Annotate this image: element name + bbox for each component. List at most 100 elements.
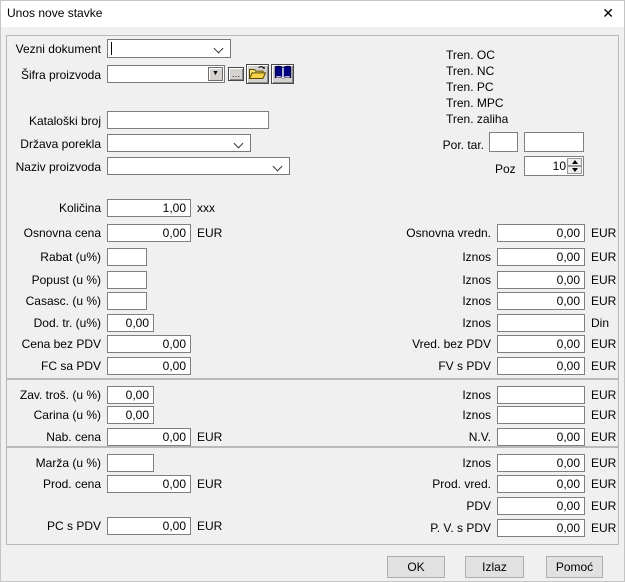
poz-input[interactable] (526, 158, 568, 174)
browse-ellipsis-button[interactable]: … (228, 67, 244, 81)
kolicina-label: Količina (58, 201, 101, 215)
tren-zaliha-label: Tren. zaliha (446, 112, 509, 126)
osnovna-vredn-row: Osnovna vredn. EUR (1, 224, 624, 244)
izlaz-button[interactable]: Izlaz (465, 556, 524, 578)
nv-unit-label: EUR (591, 430, 617, 444)
pv-s-pdv-label: P. V. s PDV (430, 521, 491, 535)
chevron-down-icon (213, 43, 224, 54)
osnovna-vredn-unit-label: EUR (591, 226, 617, 240)
por-tar-input-1[interactable] (489, 132, 518, 152)
pdv-row: PDV EUR (1, 497, 624, 517)
fv-s-pdv-unit-label: EUR (591, 359, 617, 373)
iznos-marza-input[interactable] (497, 454, 585, 472)
iznos-marza-unit-label: EUR (591, 456, 617, 470)
drzava-porekla-combobox[interactable] (107, 134, 251, 152)
dropdown-arrow-icon[interactable]: ▼ (208, 67, 223, 81)
tren-pc-label: Tren. PC (446, 80, 494, 94)
iznos-zav-input[interactable] (497, 386, 585, 404)
dialog-unos-nove-stavke: Unos nove stavke ✕ Vezni dokument Šifra … (0, 0, 625, 582)
poz-spinner[interactable] (524, 156, 584, 176)
fv-s-pdv-row: FV s PDV EUR (1, 357, 624, 377)
sifra-proizvoda-input[interactable] (109, 67, 209, 81)
pv-s-pdv-input[interactable] (497, 519, 585, 537)
kolicina-row: Količina xxx (1, 199, 624, 219)
catalog-book-button[interactable] (271, 64, 294, 84)
por-tar-input-2[interactable] (524, 132, 584, 152)
chevron-down-icon (272, 161, 283, 172)
ok-button[interactable]: OK (387, 556, 445, 578)
vezni-dokument-label: Vezni dokument (15, 42, 101, 56)
book-icon (274, 65, 292, 83)
nv-input[interactable] (497, 428, 585, 446)
chevron-down-icon (233, 138, 244, 149)
vred-bez-pdv-label: Vred. bez PDV (412, 337, 491, 351)
kataloski-broj-label: Kataloški broj (28, 114, 101, 128)
vred-bez-pdv-input[interactable] (497, 335, 585, 353)
pomoc-button[interactable]: Pomoć (546, 556, 603, 578)
kolicina-input[interactable] (107, 199, 191, 217)
tren-nc-label: Tren. NC (446, 64, 495, 78)
tren-oc-label: Tren. OC (446, 48, 495, 62)
iznos-zav-row: Iznos EUR (1, 386, 624, 406)
pdv-label: PDV (466, 499, 491, 513)
close-icon[interactable]: ✕ (602, 5, 614, 21)
prod-vred-label: Prod. vred. (432, 477, 491, 491)
iznos-casasc-label: Iznos (462, 294, 491, 308)
iznos-popust-row: Iznos EUR (1, 271, 624, 291)
nv-label: N.V. (468, 430, 491, 444)
dialog-title: Unos nove stavke (7, 6, 103, 20)
iznos-carina-row: Iznos EUR (1, 406, 624, 426)
fv-s-pdv-input[interactable] (497, 357, 585, 375)
iznos-popust-label: Iznos (462, 273, 491, 287)
iznos-carina-label: Iznos (462, 408, 491, 422)
iznos-zav-label: Iznos (462, 388, 491, 402)
pdv-input[interactable] (497, 497, 585, 515)
fv-s-pdv-label: FV s PDV (438, 359, 491, 373)
iznos-casasc-unit-label: EUR (591, 294, 617, 308)
open-folder-button[interactable] (246, 64, 269, 84)
poz-spin-down-button[interactable] (567, 166, 582, 174)
pv-s-pdv-row: P. V. s PDV EUR (1, 519, 624, 539)
down-arrow-icon (571, 168, 578, 172)
sifra-proizvoda-label: Šifra proizvoda (20, 68, 101, 82)
poz-spin-up-button[interactable] (567, 158, 582, 166)
pv-s-pdv-unit-label: EUR (591, 521, 617, 535)
naziv-proizvoda-combobox[interactable] (107, 157, 290, 175)
iznos-rabat-row: Iznos EUR (1, 248, 624, 268)
iznos-zav-unit-label: EUR (591, 388, 617, 402)
osnovna-vredn-input[interactable] (497, 224, 585, 242)
vred-bez-pdv-row: Vred. bez PDV EUR (1, 335, 624, 355)
pdv-unit-label: EUR (591, 499, 617, 513)
iznos-din-row: Iznos Din (1, 314, 624, 334)
iznos-marza-row: Iznos EUR (1, 454, 624, 474)
iznos-rabat-unit-label: EUR (591, 250, 617, 264)
kolicina-unit-label: xxx (197, 201, 215, 215)
iznos-popust-unit-label: EUR (591, 273, 617, 287)
open-folder-icon (248, 65, 267, 83)
iznos-din-label: Iznos (462, 316, 491, 330)
iznos-carina-unit-label: EUR (591, 408, 617, 422)
iznos-casasc-row: Iznos EUR (1, 292, 624, 312)
drzava-porekla-label: Država porekla (20, 137, 101, 151)
vezni-dokument-combobox[interactable] (107, 39, 231, 58)
iznos-rabat-label: Iznos (462, 250, 491, 264)
text-caret (111, 42, 112, 55)
por-tar-label: Por. tar. (442, 138, 484, 152)
prod-vred-row: Prod. vred. EUR (1, 475, 624, 495)
sifra-proizvoda-combobox[interactable]: ▼ (107, 65, 225, 83)
iznos-rabat-input[interactable] (497, 248, 585, 266)
iznos-marza-label: Iznos (462, 456, 491, 470)
titlebar: Unos nove stavke ✕ (1, 1, 624, 27)
nv-row: N.V. EUR (1, 428, 624, 448)
iznos-popust-input[interactable] (497, 271, 585, 289)
tren-mpc-label: Tren. MPC (446, 96, 504, 110)
prod-vred-unit-label: EUR (591, 477, 617, 491)
naziv-proizvoda-label: Naziv proizvoda (15, 160, 101, 174)
kataloski-broj-input[interactable] (107, 111, 269, 129)
up-arrow-icon (571, 160, 578, 164)
iznos-casasc-input[interactable] (497, 292, 585, 310)
iznos-carina-input[interactable] (497, 406, 585, 424)
iznos-din-input[interactable] (497, 314, 585, 332)
prod-vred-input[interactable] (497, 475, 585, 493)
iznos-din-unit-label: Din (591, 316, 610, 330)
